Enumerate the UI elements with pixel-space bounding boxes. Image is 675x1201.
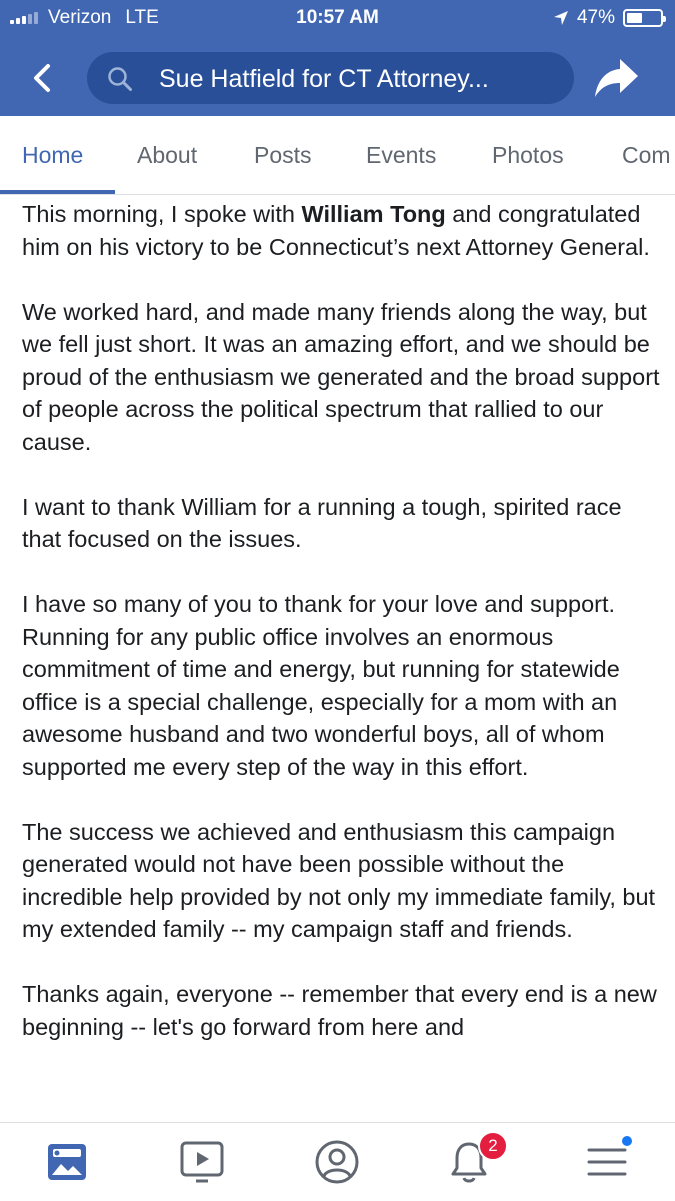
location-arrow-icon bbox=[553, 11, 568, 25]
search-bar[interactable]: Sue Hatfield for CT Attorney... bbox=[87, 52, 574, 104]
notification-badge: 2 bbox=[478, 1131, 508, 1161]
tab-photos[interactable]: Photos bbox=[492, 142, 564, 169]
active-tab-indicator bbox=[0, 190, 115, 194]
post-paragraph: Thanks again, everyone -- remember that … bbox=[22, 981, 657, 1040]
scroll-fade bbox=[0, 1098, 675, 1122]
share-button[interactable] bbox=[592, 56, 642, 100]
clock: 10:57 AM bbox=[296, 7, 379, 28]
post-paragraph: I have so many of you to thank for your … bbox=[22, 591, 620, 780]
search-icon bbox=[108, 67, 132, 91]
post-paragraph: I want to thank William for a running a … bbox=[22, 493, 622, 553]
tab-home[interactable]: Home bbox=[22, 142, 83, 169]
tab-posts[interactable]: Posts bbox=[254, 142, 312, 169]
mentioned-name[interactable]: William Tong bbox=[302, 201, 446, 227]
chevron-left-icon bbox=[34, 64, 50, 92]
back-button[interactable] bbox=[22, 52, 62, 104]
tab-events[interactable]: Events bbox=[366, 142, 436, 169]
tab-community[interactable]: Com bbox=[622, 142, 671, 169]
tab-about[interactable]: About bbox=[137, 142, 197, 169]
video-icon[interactable] bbox=[175, 1135, 229, 1189]
post-text: This morning, I spoke with bbox=[22, 201, 302, 227]
battery-icon bbox=[623, 9, 666, 27]
page-tabs: Home About Posts Events Photos Com bbox=[0, 116, 675, 195]
post-paragraph: This morning, I spoke with William Tong … bbox=[22, 198, 662, 263]
post-body: This morning, I spoke with William Tong … bbox=[22, 198, 662, 1076]
share-arrow-icon bbox=[595, 59, 638, 97]
post-paragraph: The success we achieved and enthusiasm t… bbox=[22, 818, 656, 943]
profile-icon[interactable] bbox=[310, 1135, 364, 1189]
search-title: Sue Hatfield for CT Attorney... bbox=[159, 65, 489, 93]
menu-new-dot bbox=[620, 1134, 634, 1148]
bottom-nav bbox=[0, 1122, 675, 1201]
battery-percent: 47% bbox=[576, 7, 615, 28]
post-paragraph: We worked hard, and made many friends al… bbox=[22, 298, 660, 455]
status-bar: Verizon LTE 10:57 AM 47% bbox=[0, 0, 675, 38]
news-feed-icon[interactable] bbox=[40, 1135, 94, 1189]
top-bar: Verizon LTE 10:57 AM 47% Sue Hatfield fo… bbox=[0, 0, 675, 116]
